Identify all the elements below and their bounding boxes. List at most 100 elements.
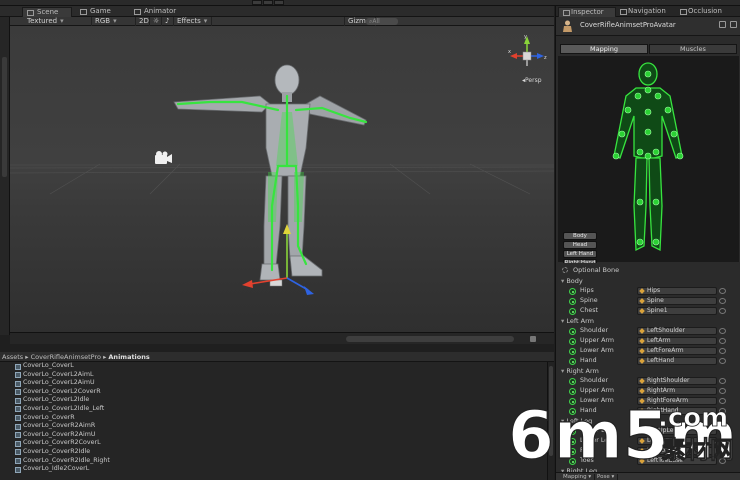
avatar-icon bbox=[563, 20, 572, 32]
camera-icon[interactable] bbox=[155, 151, 172, 164]
asset-name: CoverLo_CoverR2CoverL bbox=[23, 439, 101, 447]
scene-search-input[interactable]: ⌕All bbox=[366, 18, 398, 25]
object-picker-icon[interactable] bbox=[719, 298, 726, 304]
bone-field[interactable]: LeftForeArm bbox=[637, 347, 717, 355]
list-item[interactable]: CoverLo_CoverL bbox=[0, 362, 554, 371]
list-item[interactable]: CoverLo_CoverR2Idle_Right bbox=[0, 457, 554, 466]
bone-label: Lower Arm bbox=[580, 347, 614, 354]
bone-status-icon[interactable] bbox=[569, 288, 576, 295]
object-picker-icon[interactable] bbox=[719, 378, 726, 384]
bone-field[interactable]: Hips bbox=[637, 287, 717, 295]
body-part-button-head[interactable]: Head bbox=[563, 241, 597, 249]
list-item[interactable]: CoverLo_CoverR2Idle bbox=[0, 448, 554, 457]
group-left-arm[interactable]: Left Arm bbox=[561, 316, 594, 326]
list-item[interactable]: CoverLo_CoverL2CoverR bbox=[0, 388, 554, 397]
tab-occlusion[interactable]: Occlusion bbox=[676, 7, 736, 17]
object-picker-icon[interactable] bbox=[719, 348, 726, 354]
persp-label[interactable]: ◂Persp bbox=[522, 77, 542, 84]
bone-row-chest: Chest Spine1 bbox=[556, 306, 740, 316]
bone-status-icon[interactable] bbox=[569, 378, 576, 385]
muscles-tab-label: Muscles bbox=[680, 45, 706, 53]
bone-field[interactable]: LeftShoulder bbox=[637, 327, 717, 335]
breadcrumb-assets[interactable]: Assets bbox=[2, 353, 23, 361]
asset-name: CoverLo_Idle2CoverL bbox=[23, 465, 90, 473]
bone-label: Spine bbox=[580, 297, 598, 304]
list-item[interactable]: CoverLo_CoverL2AimU bbox=[0, 379, 554, 388]
group-body[interactable]: Body bbox=[561, 276, 583, 286]
bone-label: Shoulder bbox=[580, 377, 609, 384]
bone-field[interactable]: LeftArm bbox=[637, 337, 717, 345]
tab-scene[interactable]: Scene bbox=[22, 7, 72, 17]
breadcrumb-current[interactable]: Animations bbox=[108, 353, 149, 361]
bone-status-icon[interactable] bbox=[569, 348, 576, 355]
zoom-slider-knob[interactable] bbox=[530, 336, 536, 342]
list-item[interactable]: CoverLo_CoverR2AimR bbox=[0, 422, 554, 431]
asset-name: CoverLo_CoverL2AimU bbox=[23, 379, 95, 387]
body-part-button-left-hand[interactable]: Left Hand bbox=[563, 250, 597, 258]
settings-icon[interactable] bbox=[730, 21, 737, 28]
tab-game[interactable]: Game bbox=[76, 7, 126, 17]
list-item[interactable]: CoverLo_CoverL2Idle_Left bbox=[0, 405, 554, 414]
effects-dropdown[interactable]: Effects bbox=[174, 17, 212, 26]
tab-inspector[interactable]: Inspector bbox=[558, 7, 616, 17]
scene-tab-bar: Scene Game Animator bbox=[0, 6, 554, 17]
animation-clip-icon bbox=[15, 423, 21, 430]
bone-status-icon[interactable] bbox=[569, 308, 576, 315]
left-scrollbar[interactable] bbox=[0, 17, 10, 335]
bone-status-icon[interactable] bbox=[569, 338, 576, 345]
mapping-tab-button[interactable]: Mapping bbox=[560, 44, 648, 54]
animation-clip-icon bbox=[15, 397, 21, 404]
persp-text: Persp bbox=[525, 77, 542, 84]
bone-field[interactable]: LeftHand bbox=[637, 357, 717, 365]
animation-clip-icon bbox=[15, 380, 21, 387]
body-part-label: Body bbox=[573, 233, 587, 239]
tab-navigation-label: Navigation bbox=[628, 7, 666, 15]
2d-toggle[interactable]: 2D bbox=[136, 17, 150, 26]
navigation-icon bbox=[620, 9, 627, 15]
color-mode-dropdown[interactable]: RGB bbox=[92, 17, 136, 26]
sun-icon: ☼ bbox=[153, 17, 160, 25]
list-item[interactable]: CoverLo_CoverR2CoverL bbox=[0, 439, 554, 448]
step-icon[interactable] bbox=[274, 0, 284, 5]
list-item[interactable]: CoverLo_CoverL2Idle bbox=[0, 396, 554, 405]
bone-status-icon[interactable] bbox=[569, 358, 576, 365]
bone-status-icon[interactable] bbox=[569, 328, 576, 335]
orientation-gizmo[interactable]: y x z bbox=[508, 34, 547, 66]
render-mode-dropdown[interactable]: Textured bbox=[24, 17, 92, 26]
bone-status-icon[interactable] bbox=[569, 298, 576, 305]
object-picker-icon[interactable] bbox=[719, 308, 726, 314]
breadcrumb-folder[interactable]: CoverRifleAnimsetPro bbox=[31, 353, 101, 361]
animator-icon bbox=[134, 9, 141, 15]
bone-field[interactable]: Spine bbox=[637, 297, 717, 305]
list-item[interactable]: CoverLo_CoverL2AimL bbox=[0, 371, 554, 380]
object-picker-icon[interactable] bbox=[719, 358, 726, 364]
list-item[interactable]: CoverLo_CoverR bbox=[0, 414, 554, 423]
scene-hscrollbar[interactable] bbox=[10, 332, 554, 344]
bone-field[interactable]: Spine1 bbox=[637, 307, 717, 315]
lighting-toggle[interactable]: ☼ bbox=[150, 17, 162, 26]
help-icon[interactable] bbox=[719, 21, 726, 28]
tab-navigation[interactable]: Navigation bbox=[616, 7, 676, 17]
group-label: Body bbox=[566, 277, 583, 285]
group-right-arm[interactable]: Right Arm bbox=[561, 366, 599, 376]
play-icon[interactable] bbox=[252, 0, 262, 5]
scene-viewport[interactable]: y x z ◂Persp bbox=[10, 26, 554, 332]
svg-text:.com: .com bbox=[658, 403, 728, 433]
asset-list: CoverLo_CoverL CoverLo_CoverL2AimL Cover… bbox=[0, 362, 554, 480]
list-item[interactable]: CoverLo_Idle2CoverL bbox=[0, 465, 554, 474]
pause-icon[interactable] bbox=[263, 0, 273, 5]
animation-clip-icon bbox=[15, 466, 21, 473]
object-picker-icon[interactable] bbox=[719, 328, 726, 334]
audio-toggle[interactable]: ♪ bbox=[162, 17, 174, 26]
list-item[interactable]: CoverLo_CoverR2AimU bbox=[0, 431, 554, 440]
body-part-label: Head bbox=[572, 242, 588, 248]
muscles-tab-button[interactable]: Muscles bbox=[649, 44, 737, 54]
asset-name: CoverLo_CoverL2AimL bbox=[23, 370, 94, 378]
asset-name: CoverLo_CoverR2AimU bbox=[23, 430, 96, 438]
body-part-button-body[interactable]: Body bbox=[563, 232, 597, 240]
scrollbar-thumb[interactable] bbox=[346, 336, 514, 342]
object-picker-icon[interactable] bbox=[719, 338, 726, 344]
tab-animator[interactable]: Animator bbox=[130, 7, 200, 17]
bone-field[interactable]: RightShoulder bbox=[637, 377, 717, 385]
object-picker-icon[interactable] bbox=[719, 288, 726, 294]
